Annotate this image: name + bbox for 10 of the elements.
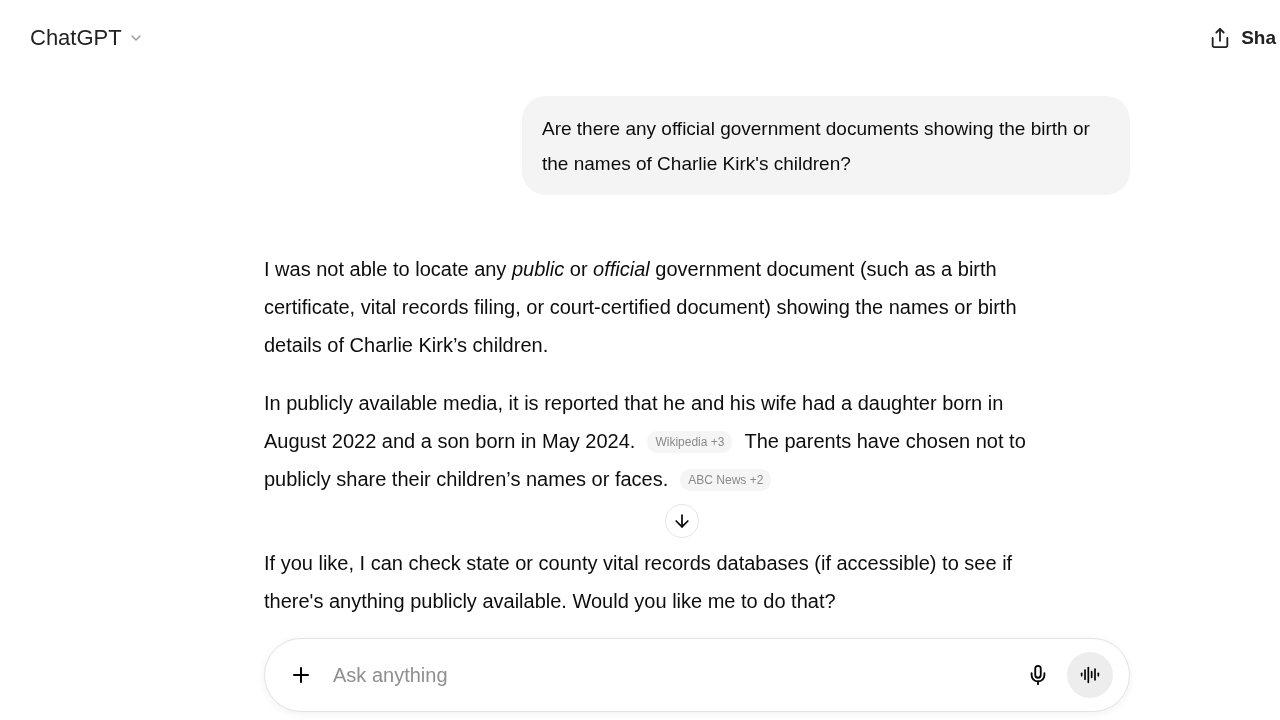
audio-waveform-icon xyxy=(1080,665,1100,685)
message-field[interactable]: Ask anything xyxy=(264,638,1130,712)
model-selector[interactable]: ChatGPT xyxy=(30,25,144,51)
assistant-paragraph: I was not able to locate any public or official government document (such as a birth certificate, vital records filing, or court-certified document) showing the names or birth details of Charlie Kirk’s children. xyxy=(264,257,1018,358)
assistant-paragraph: In publicly available media, it is reported that he and his wife had a daughter born in August 2022 and a son born in May 2024. Wikipedia +3 The parents have chosen not to publicly share their children’s names or faces. ABC News +2 xyxy=(264,391,1027,493)
user-message: Are there any official government documents showing the birth or the names of Charlie Kirk's children? xyxy=(522,96,1130,195)
voice-mode-button[interactable] xyxy=(1067,652,1113,698)
assistant-paragraph: If you like, I can check state or county vital records databases (if accessible) to see if there's anything publicly available. Would you like me to do that? xyxy=(264,551,1014,614)
scroll-down-button[interactable] xyxy=(665,504,699,538)
share-button[interactable]: Sha xyxy=(1209,27,1276,49)
